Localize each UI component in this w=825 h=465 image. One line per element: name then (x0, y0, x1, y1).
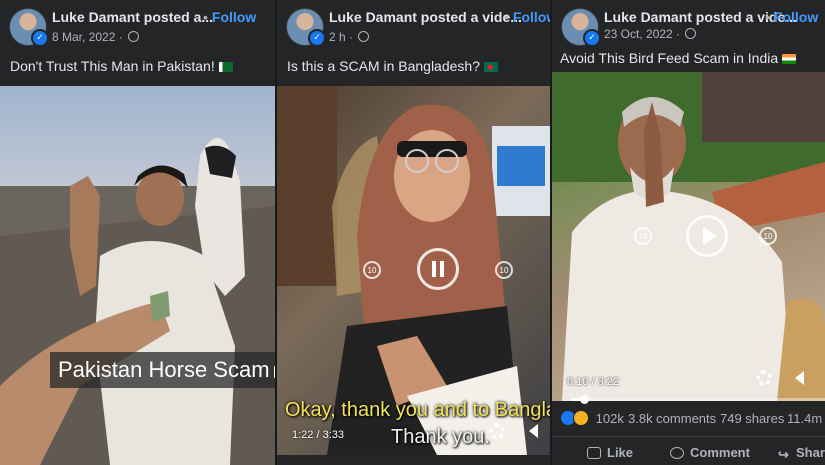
volume-icon[interactable] (529, 424, 538, 438)
shares-count[interactable]: 749 shares (720, 411, 784, 426)
post-header: ✓ Luke Damant posted a vide... •Follow 2… (277, 0, 550, 86)
avatar[interactable]: ✓ (9, 8, 49, 47)
current-time: 1:22 (292, 429, 314, 441)
play-icon (703, 227, 717, 245)
laugh-reaction-icon (573, 410, 589, 426)
caption-text: Don't Trust This Man in Pakistan! (10, 58, 215, 74)
pause-button[interactable] (417, 248, 459, 290)
post-header: ✓ Luke Damant posted a vide... •Follow 2… (552, 0, 825, 72)
avatar[interactable]: ✓ (561, 8, 601, 47)
follow-button[interactable]: •Follow (203, 9, 256, 25)
post-date[interactable]: 8 Mar, 2022 (52, 30, 115, 44)
post-meta: 23 Oct, 2022 · (604, 27, 697, 41)
video-player[interactable]: Pakistan Horse Scam (0, 86, 275, 465)
subtitle-line-2: Thank you. (391, 426, 490, 448)
pause-icon (432, 261, 436, 277)
post-date[interactable]: 2 h (329, 30, 346, 44)
forward-label: 10 (499, 266, 509, 275)
play-button[interactable] (686, 215, 728, 257)
forward-label: 10 (763, 232, 773, 241)
like-button[interactable]: Like (587, 445, 633, 460)
volume-icon[interactable] (795, 371, 804, 385)
video-player[interactable]: 10 10 0:10 / 3:22 (552, 72, 825, 401)
verified-badge-icon: ✓ (583, 29, 601, 47)
post-actions: Like Comment ↪ Share (552, 436, 825, 465)
comment-label: Comment (690, 445, 750, 460)
author-name[interactable]: Luke Damant posted a... (52, 9, 213, 25)
rewind-label: 10 (367, 266, 377, 275)
post-caption: Don't Trust This Man in Pakistan! (10, 58, 233, 74)
post-caption: Is this a SCAM in Bangladesh? (287, 58, 498, 74)
follow-label: Follow (773, 9, 819, 25)
follow-label: Follow (211, 9, 257, 25)
comment-button[interactable]: Comment (670, 445, 750, 460)
video-time: 0:10 / 3:22 (567, 376, 620, 388)
subtitle-line-1: Okay, thank you and to Banglad (285, 399, 550, 421)
author-name[interactable]: Luke Damant posted a vide... (329, 9, 522, 25)
video-post-2: ✓ Luke Damant posted a vide... •Follow 2… (277, 0, 550, 465)
follow-label: Follow (512, 9, 550, 25)
post-meta: 2 h · (329, 30, 370, 44)
rewind-label: 10 (638, 232, 648, 241)
forward-10-button[interactable]: 10 (759, 227, 777, 245)
caption-text: Avoid This Bird Feed Scam in India (560, 50, 779, 66)
globe-icon (685, 28, 697, 39)
post-meta: 8 Mar, 2022 · (52, 30, 140, 44)
bangladesh-flag-icon (484, 62, 498, 72)
post-caption: Avoid This Bird Feed Scam in India (560, 50, 797, 66)
reactions-summary[interactable]: 102k (560, 410, 624, 426)
share-label: Share (796, 445, 825, 460)
thumbs-up-icon (587, 447, 601, 459)
globe-icon (358, 31, 370, 42)
post-date[interactable]: 23 Oct, 2022 (604, 27, 673, 41)
video-post-3: ✓ Luke Damant posted a vide... • Follow 2… (552, 0, 825, 465)
current-time: 0:10 (567, 376, 589, 388)
reactions-count: 102k (595, 411, 624, 426)
comment-icon (670, 447, 684, 459)
views-count: 11.4m v (787, 411, 825, 426)
rewind-10-button[interactable]: 10 (634, 227, 652, 245)
settings-gear-icon[interactable] (756, 370, 772, 386)
pakistan-flag-icon (218, 62, 233, 72)
rewind-10-button[interactable]: 10 (363, 261, 381, 279)
follow-button[interactable]: •Follow (765, 9, 818, 25)
avatar[interactable]: ✓ (286, 8, 326, 47)
india-flag-icon (782, 54, 797, 64)
post-stats: 102k 3.8k comments 749 shares 11.4m v (552, 401, 825, 433)
globe-icon (128, 31, 140, 42)
post-header: ✓ Luke Damant posted a... • Follow 8 Mar,… (0, 0, 275, 86)
verified-badge-icon: ✓ (308, 29, 326, 47)
video-frame (0, 138, 275, 465)
pause-icon-bar (440, 261, 444, 277)
forward-10-button[interactable]: 10 (495, 261, 513, 279)
share-button[interactable]: ↪ Share (778, 445, 825, 462)
follow-button[interactable]: •Follow (504, 9, 550, 25)
comments-count[interactable]: 3.8k comments (628, 411, 716, 426)
video-post-1: ✓ Luke Damant posted a... • Follow 8 Mar,… (0, 0, 275, 465)
duration: 3:33 (322, 429, 345, 441)
verified-badge-icon: ✓ (31, 29, 49, 47)
share-icon: ↪ (778, 447, 789, 462)
duration: 3:22 (597, 376, 620, 388)
caption-text: Is this a SCAM in Bangladesh? (287, 58, 480, 74)
settings-gear-icon[interactable] (489, 423, 505, 439)
like-label: Like (607, 445, 634, 460)
video-player[interactable]: 10 10 Okay, thank you and to Banglad Tha… (277, 86, 550, 455)
pakistan-flag-icon (273, 366, 275, 378)
video-overlay-caption: Pakistan Horse Scam (50, 352, 275, 388)
overlay-text: Pakistan Horse Scam (58, 357, 270, 382)
video-time: 1:22 / 3:33 (292, 429, 345, 441)
